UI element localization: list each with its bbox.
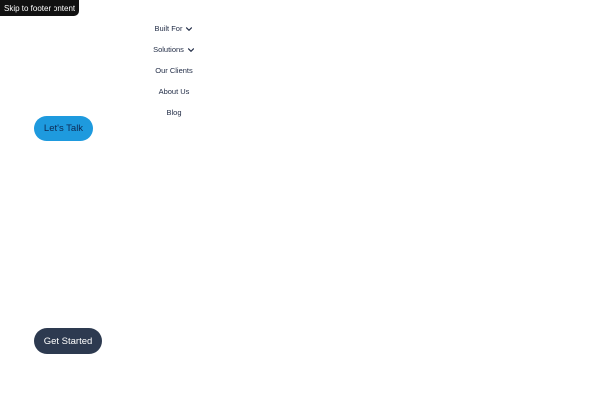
nav-item-label: Built For xyxy=(154,24,183,33)
chevron-down-icon xyxy=(187,47,194,52)
main-nav: Built For Solutions Our Clients About Us… xyxy=(138,18,210,123)
nav-item-our-clients[interactable]: Our Clients xyxy=(138,60,210,81)
nav-item-blog[interactable]: Blog xyxy=(138,102,210,123)
skip-to-content-link[interactable]: Skip to content xyxy=(54,4,75,13)
nav-item-label: Our Clients xyxy=(155,66,193,75)
nav-item-about-us[interactable]: About Us xyxy=(138,81,210,102)
nav-item-solutions[interactable]: Solutions xyxy=(138,39,210,60)
get-started-button[interactable]: Get Started xyxy=(34,328,102,354)
nav-item-label: About Us xyxy=(158,87,190,96)
nav-item-label: Blog xyxy=(166,108,182,117)
skip-links: Skip to footer Skip to content xyxy=(0,0,80,16)
nav-item-built-for[interactable]: Built For xyxy=(138,18,210,39)
lets-talk-button[interactable]: Let's Talk xyxy=(34,116,93,141)
page: azines Skip to footer Skip to content Bu… xyxy=(0,0,600,400)
skip-to-footer-link[interactable]: Skip to footer xyxy=(4,4,51,13)
nav-item-label: Solutions xyxy=(153,45,184,54)
chevron-down-icon xyxy=(186,26,193,31)
